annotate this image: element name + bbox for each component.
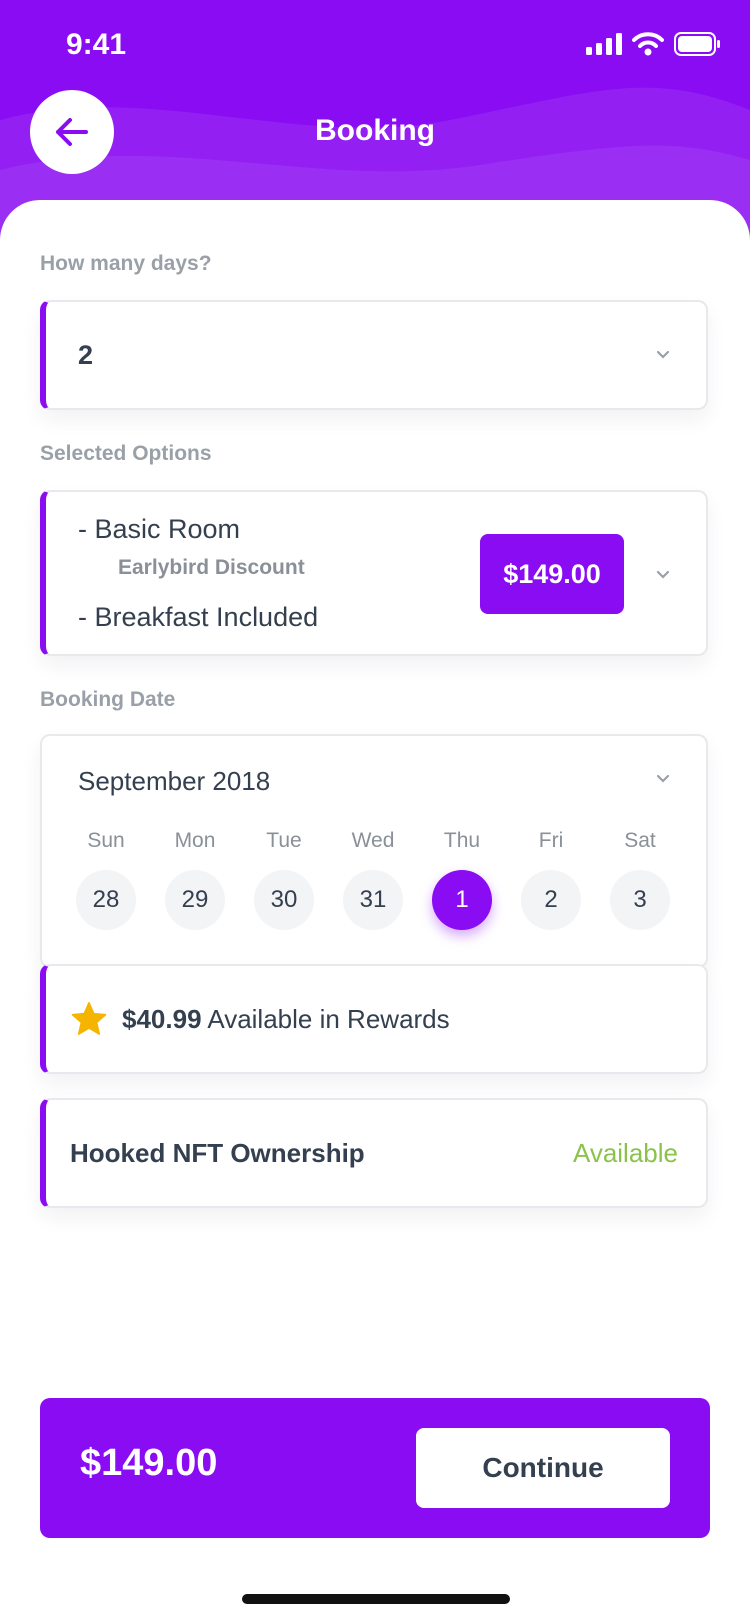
options-label: Selected Options	[40, 442, 212, 465]
option-price-badge: $149.00	[480, 534, 624, 614]
days-value: 2	[78, 340, 94, 370]
nft-status: Available	[572, 1138, 678, 1168]
weekday-label: Thu	[443, 829, 481, 852]
nft-card[interactable]: Hooked NFT Ownership Available	[40, 1098, 708, 1208]
option-breakfast: - Breakfast Included	[78, 602, 319, 632]
status-icons	[586, 32, 720, 56]
month-select[interactable]: September 2018	[78, 766, 270, 797]
weekday-label: Mon	[174, 829, 216, 852]
option-basic-room: - Basic Room	[78, 514, 241, 544]
chevron-down-icon[interactable]	[656, 772, 670, 786]
rewards-text: $40.99 Available in Rewards	[122, 1004, 450, 1035]
day-col: Sat 3	[610, 828, 670, 930]
rewards-label: Available in Rewards	[207, 1004, 450, 1034]
day-col: Thu 1	[432, 828, 492, 930]
home-indicator	[242, 1594, 510, 1604]
total-price: $149.00	[80, 1442, 218, 1484]
day-col: Fri 2	[521, 828, 581, 930]
checkout-bar: $149.00 Continue	[40, 1398, 710, 1538]
option-discount: Earlybird Discount	[118, 556, 305, 579]
date-button-selected[interactable]: 1	[432, 870, 492, 930]
days-label: How many days?	[40, 252, 212, 275]
chevron-down-icon	[656, 350, 670, 359]
booking-date-label: Booking Date	[40, 688, 176, 711]
rewards-amount: $40.99	[122, 1004, 202, 1034]
date-button[interactable]: 29	[165, 870, 225, 930]
weekday-label: Sun	[87, 829, 125, 852]
nft-label: Hooked NFT Ownership	[70, 1138, 365, 1168]
weekday-label: Fri	[538, 829, 564, 852]
days-select[interactable]: 2	[40, 300, 708, 410]
date-button[interactable]: 30	[254, 870, 314, 930]
day-col: Tue 30	[254, 828, 314, 930]
day-col: Mon 29	[165, 828, 225, 930]
weekday-label: Wed	[351, 829, 395, 852]
status-time: 9:41	[66, 28, 127, 61]
battery-icon	[674, 32, 720, 56]
chevron-down-icon	[656, 570, 670, 579]
weekday-label: Tue	[266, 829, 302, 852]
continue-button[interactable]: Continue	[416, 1428, 670, 1508]
day-picker: Sun 28 Mon 29 Tue 30 Wed 31 Thu 1 Fri 2	[76, 828, 676, 938]
day-col: Sun 28	[76, 828, 136, 930]
date-button[interactable]: 31	[343, 870, 403, 930]
wifi-icon	[632, 32, 664, 56]
star-icon	[71, 1002, 107, 1035]
weekday-label: Sat	[624, 829, 656, 852]
date-button[interactable]: 28	[76, 870, 136, 930]
booking-date-card: September 2018 Sun 28 Mon 29 Tue 30 Wed …	[40, 734, 708, 968]
options-select[interactable]: - Basic Room Earlybird Discount - Breakf…	[40, 490, 708, 656]
page-title: Booking	[315, 114, 435, 147]
rewards-card[interactable]: $40.99 Available in Rewards	[40, 964, 708, 1074]
signal-icon	[586, 33, 622, 55]
date-button[interactable]: 2	[521, 870, 581, 930]
day-col: Wed 31	[343, 828, 403, 930]
date-button[interactable]: 3	[610, 870, 670, 930]
